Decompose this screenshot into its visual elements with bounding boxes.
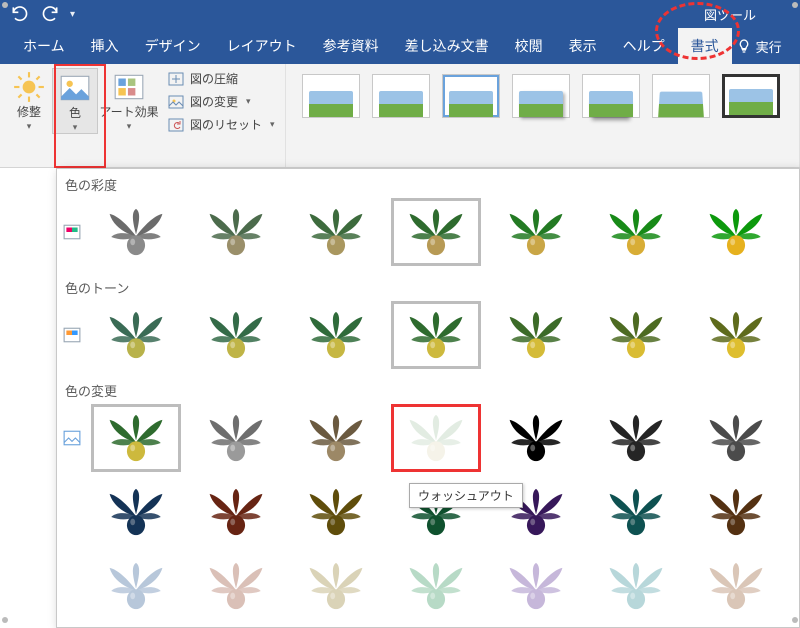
- color-swatch[interactable]: [491, 198, 581, 266]
- color-swatch[interactable]: [291, 301, 381, 369]
- section-recolor: 色の変更: [57, 375, 799, 404]
- ribbon-tabs: ホーム 挿入 デザイン レイアウト 参考資料 差し込み文書 校閲 表示 ヘルプ …: [0, 28, 800, 64]
- group-adjust: 修整 ▾ 色 ▾ アート効果 ▾ 図の圧縮: [0, 64, 286, 167]
- quick-access-toolbar: ▾: [0, 4, 75, 24]
- reset-picture-button[interactable]: 図のリセット ▾: [164, 114, 279, 135]
- color-button[interactable]: 色 ▾: [52, 68, 98, 134]
- color-swatch[interactable]: [91, 301, 181, 369]
- chevron-down-icon: ▾: [73, 122, 78, 133]
- reset-icon: [168, 117, 184, 133]
- color-swatch[interactable]: [391, 198, 481, 266]
- color-swatch[interactable]: [391, 301, 481, 369]
- color-swatch[interactable]: [191, 404, 281, 472]
- corrections-button[interactable]: 修整 ▾: [6, 68, 52, 132]
- style-thumb-6[interactable]: [652, 74, 710, 118]
- saturation-icon: [63, 223, 81, 241]
- row-recolor-3: [57, 552, 799, 626]
- corner-dot: [792, 2, 798, 8]
- color-swatch[interactable]: [291, 552, 381, 620]
- color-swatch[interactable]: [91, 552, 181, 620]
- artistic-effects-button[interactable]: アート効果 ▾: [98, 68, 160, 132]
- color-swatch[interactable]: [591, 552, 681, 620]
- chevron-down-icon: ▾: [27, 121, 32, 132]
- tab-insert[interactable]: 挿入: [78, 28, 132, 64]
- color-swatch[interactable]: [691, 552, 781, 620]
- color-swatch[interactable]: [191, 301, 281, 369]
- corner-dot: [2, 617, 8, 623]
- color-swatch[interactable]: [391, 552, 481, 620]
- color-swatch[interactable]: [191, 198, 281, 266]
- color-swatch[interactable]: [391, 404, 481, 472]
- qat-customize-caret-icon[interactable]: ▾: [70, 9, 75, 20]
- tab-view[interactable]: 表示: [556, 28, 610, 64]
- tab-help[interactable]: ヘルプ: [610, 28, 678, 64]
- color-swatch[interactable]: [191, 552, 281, 620]
- color-swatch[interactable]: [591, 404, 681, 472]
- style-thumb-3[interactable]: [442, 74, 500, 118]
- picture-tools-label: 図ツール: [688, 1, 772, 28]
- tab-mailings[interactable]: 差し込み文書: [392, 28, 502, 64]
- color-swatch[interactable]: [591, 198, 681, 266]
- chevron-down-icon: ▾: [246, 96, 251, 107]
- tab-references[interactable]: 参考資料: [310, 28, 392, 64]
- color-swatch[interactable]: [191, 478, 281, 546]
- contextual-tab-label: 図ツール: [688, 0, 772, 28]
- chevron-down-icon: ▾: [270, 119, 275, 130]
- group-picture-styles: [286, 64, 800, 167]
- style-thumb-5[interactable]: [582, 74, 640, 118]
- style-thumb-7[interactable]: [722, 74, 780, 118]
- color-swatch[interactable]: [291, 478, 381, 546]
- row-saturation: [57, 198, 799, 272]
- ribbon: 修整 ▾ 色 ▾ アート効果 ▾ 図の圧縮: [0, 64, 800, 168]
- picture-icon: [58, 71, 92, 105]
- tab-home[interactable]: ホーム: [10, 28, 78, 64]
- chevron-down-icon: ▾: [127, 121, 132, 132]
- color-swatch[interactable]: [691, 198, 781, 266]
- style-thumb-1[interactable]: [302, 74, 360, 118]
- row-tone: [57, 301, 799, 375]
- tab-format[interactable]: 書式: [678, 28, 732, 64]
- corner-dot: [2, 2, 8, 8]
- color-swatch[interactable]: [491, 301, 581, 369]
- tab-review[interactable]: 校閲: [502, 28, 556, 64]
- picture-styles-gallery[interactable]: [292, 68, 793, 124]
- color-swatch[interactable]: [91, 478, 181, 546]
- section-tone: 色のトーン: [57, 272, 799, 301]
- color-swatch[interactable]: [691, 301, 781, 369]
- undo-caret-icon[interactable]: [10, 4, 30, 24]
- color-swatch[interactable]: [691, 478, 781, 546]
- sun-icon: [12, 70, 46, 104]
- change-picture-button[interactable]: 図の変更 ▾: [164, 91, 279, 112]
- row-recolor-1: [57, 404, 799, 478]
- color-swatch[interactable]: [91, 198, 181, 266]
- color-swatch[interactable]: [691, 404, 781, 472]
- color-swatch[interactable]: [491, 404, 581, 472]
- change-picture-icon: [168, 94, 184, 110]
- tab-design[interactable]: デザイン: [132, 28, 214, 64]
- color-swatch[interactable]: [491, 552, 581, 620]
- brush-grid-icon: [112, 70, 146, 104]
- recolor-icon: [63, 429, 81, 447]
- color-swatch[interactable]: [591, 478, 681, 546]
- style-thumb-2[interactable]: [372, 74, 430, 118]
- color-swatch[interactable]: [591, 301, 681, 369]
- compress-icon: [168, 71, 184, 87]
- titlebar: ▾ 図ツール: [0, 0, 800, 28]
- color-gallery: 色の彩度: [56, 168, 800, 628]
- tab-layout[interactable]: レイアウト: [214, 28, 310, 64]
- color-swatch[interactable]: [291, 404, 381, 472]
- tell-me-button[interactable]: 実行: [736, 28, 782, 64]
- tone-icon: [63, 326, 81, 344]
- corner-dot: [792, 617, 798, 623]
- compress-pictures-button[interactable]: 図の圧縮: [164, 68, 279, 89]
- color-swatch[interactable]: [91, 404, 181, 472]
- tooltip-washout: ウォッシュアウト: [409, 483, 523, 508]
- style-thumb-4[interactable]: [512, 74, 570, 118]
- color-swatch[interactable]: [291, 198, 381, 266]
- lightbulb-icon: [736, 38, 752, 54]
- redo-icon[interactable]: [40, 4, 60, 24]
- section-saturation: 色の彩度: [57, 169, 799, 198]
